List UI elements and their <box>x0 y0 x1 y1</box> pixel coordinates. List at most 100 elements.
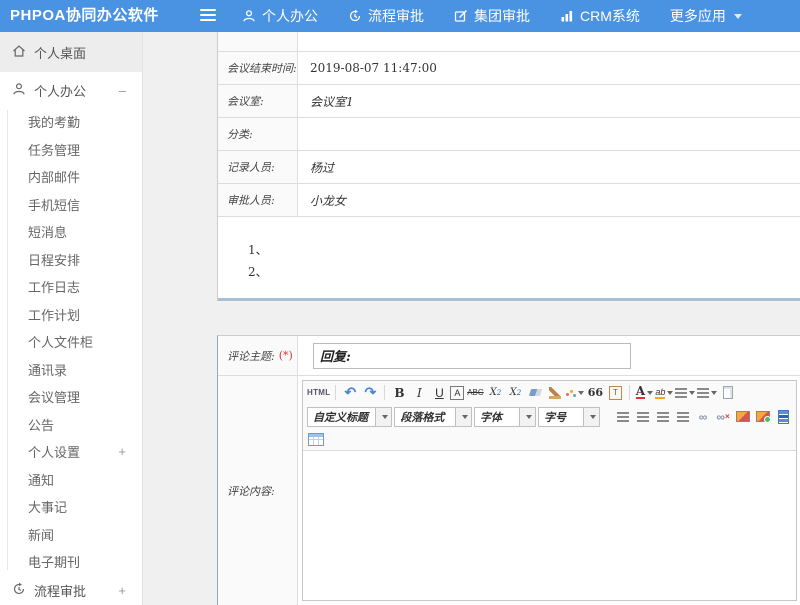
bold-button[interactable]: B <box>390 384 408 402</box>
highlight-color-button[interactable]: ab <box>655 384 673 402</box>
table-row: 会议结束时间: 2019-08-07 11:47:00 <box>218 52 800 85</box>
field-label: 分类: <box>218 118 298 150</box>
align-left-icon[interactable] <box>614 408 632 426</box>
nav-label: 集团审批 <box>474 6 530 26</box>
eraser-icon[interactable] <box>526 384 544 402</box>
comment-subject-input[interactable] <box>313 343 631 369</box>
font-color-button[interactable]: A <box>635 384 653 402</box>
sidebar-item-schedule[interactable]: 日程安排 <box>0 246 142 274</box>
table-row: 会议室: 会议室1 <box>218 85 800 118</box>
sidebar-item-work-plan[interactable]: 工作计划 <box>0 301 142 329</box>
list-bars-icon <box>675 388 687 398</box>
html-source-button[interactable]: HTML <box>307 384 330 402</box>
sidebar-item-notice[interactable]: 通知 <box>0 466 142 494</box>
select-value: 字号 <box>539 409 583 425</box>
insert-media-icon[interactable] <box>774 408 792 426</box>
expand-icon[interactable]: + <box>118 444 126 459</box>
app-window: PHPOA协同办公软件 个人办公 流程审批 <box>0 0 800 605</box>
sidebar-item-my-attendance[interactable]: 我的考勤 <box>0 108 142 136</box>
caret-down-icon <box>462 415 468 419</box>
redo-icon[interactable]: ↷ <box>361 384 379 402</box>
field-value <box>298 118 800 150</box>
sidebar-item-workflow-approval[interactable]: 流程审批 + <box>0 576 142 605</box>
paragraph-format-select[interactable]: 段落格式 <box>394 407 472 427</box>
screenshot-icon[interactable] <box>754 408 772 426</box>
sidebar-item-internal-mail[interactable]: 内部邮件 <box>0 163 142 191</box>
editor-cell: HTML ↶ ↷ B I U A ABC X2 X2 <box>298 376 800 605</box>
person-icon <box>242 9 256 23</box>
nav-crm-system[interactable]: CRM系统 <box>560 6 640 26</box>
blockquote-button[interactable]: 66 <box>586 384 604 402</box>
sidebar-item-announcement[interactable]: 公告 <box>0 411 142 439</box>
sidebar-item-personal-desktop[interactable]: 个人桌面 <box>0 32 142 72</box>
expand-icon[interactable]: + <box>118 583 126 598</box>
sidebar-item-personal-office[interactable]: 个人办公 – <box>0 72 142 108</box>
insert-image-icon[interactable] <box>734 408 752 426</box>
nav-personal-office[interactable]: 个人办公 <box>242 6 318 26</box>
ordered-list-button[interactable] <box>675 384 695 402</box>
sidebar-item-short-message[interactable]: 短消息 <box>0 218 142 246</box>
heading-select[interactable]: 自定义标题 <box>307 407 392 427</box>
edit-icon <box>454 9 468 23</box>
nav-workflow-approval[interactable]: 流程审批 <box>348 6 424 26</box>
topbar: PHPOA协同办公软件 个人办公 流程审批 <box>0 0 800 32</box>
format-painter-icon[interactable] <box>566 384 584 402</box>
insert-table-icon[interactable] <box>307 431 325 449</box>
dropdown-button[interactable] <box>519 408 535 426</box>
new-page-icon[interactable] <box>719 384 737 402</box>
table-row <box>218 32 800 52</box>
required-mark: (*) <box>279 349 293 362</box>
sidebar-item-personal-files[interactable]: 个人文件柜 <box>0 328 142 356</box>
sidebar-item-e-journal[interactable]: 电子期刊 <box>0 548 142 576</box>
content-line: 1、 <box>248 239 800 261</box>
font-style-button[interactable]: A <box>450 386 464 400</box>
nav-more-apps[interactable]: 更多应用 <box>670 6 742 26</box>
collapse-icon[interactable]: – <box>119 83 126 98</box>
sidebar-item-major-events[interactable]: 大事记 <box>0 493 142 521</box>
sidebar-item-contacts[interactable]: 通讯录 <box>0 356 142 384</box>
sidebar-item-label: 个人办公 <box>34 81 86 100</box>
remove-link-icon[interactable]: ∞× <box>714 408 732 426</box>
align-justify-icon[interactable] <box>674 408 692 426</box>
dropdown-button[interactable] <box>583 408 599 426</box>
sidebar-item-label: 新闻 <box>28 525 54 544</box>
clear-format-icon[interactable] <box>546 384 564 402</box>
font-size-select[interactable]: 字号 <box>538 407 600 427</box>
top-navigation: 个人办公 流程审批 集团审批 <box>242 0 742 32</box>
sidebar-item-news[interactable]: 新闻 <box>0 521 142 549</box>
history-icon <box>348 9 362 23</box>
dropdown-button[interactable] <box>455 408 471 426</box>
caret-down-icon <box>526 415 532 419</box>
table-row: 评论主题: (*) <box>218 336 800 376</box>
insert-link-icon[interactable]: ∞ <box>694 408 712 426</box>
paste-as-text-icon[interactable]: T <box>606 384 624 402</box>
caret-down-icon <box>667 391 673 395</box>
sidebar-item-task-management[interactable]: 任务管理 <box>0 136 142 164</box>
list-bars-icon <box>697 388 709 398</box>
strikethrough-button[interactable]: ABC <box>466 384 484 402</box>
sidebar-item-work-log[interactable]: 工作日志 <box>0 273 142 301</box>
sidebar-submenu: 我的考勤 任务管理 内部邮件 手机短信 短消息 日程安排 工作日志 工作计划 个… <box>0 108 142 576</box>
caret-down-icon <box>590 415 596 419</box>
superscript-button[interactable]: X2 <box>486 384 504 402</box>
underline-button[interactable]: U <box>430 384 448 402</box>
unordered-list-button[interactable] <box>697 384 717 402</box>
comment-content-editor-area[interactable] <box>303 450 796 600</box>
dropdown-button[interactable] <box>375 408 391 426</box>
menu-icon[interactable] <box>200 9 216 23</box>
sidebar-item-meeting-management[interactable]: 会议管理 <box>0 383 142 411</box>
align-right-icon[interactable] <box>654 408 672 426</box>
field-label: 评论主题: (*) <box>218 336 298 375</box>
nav-group-approval[interactable]: 集团审批 <box>454 6 530 26</box>
subscript-button[interactable]: X2 <box>506 384 524 402</box>
editor-toolbar-row-1: HTML ↶ ↷ B I U A ABC X2 X2 <box>303 381 796 404</box>
table-row: 评论内容: HTML ↶ ↷ B I U A <box>218 376 800 605</box>
undo-icon[interactable]: ↶ <box>341 384 359 402</box>
bar-chart-icon <box>560 9 574 23</box>
align-center-icon[interactable] <box>634 408 652 426</box>
sidebar-item-personal-settings[interactable]: 个人设置 + <box>0 438 142 466</box>
sidebar-item-mobile-sms[interactable]: 手机短信 <box>0 191 142 219</box>
font-family-select[interactable]: 字体 <box>474 407 536 427</box>
italic-button[interactable]: I <box>410 384 428 402</box>
history-icon <box>12 582 26 599</box>
